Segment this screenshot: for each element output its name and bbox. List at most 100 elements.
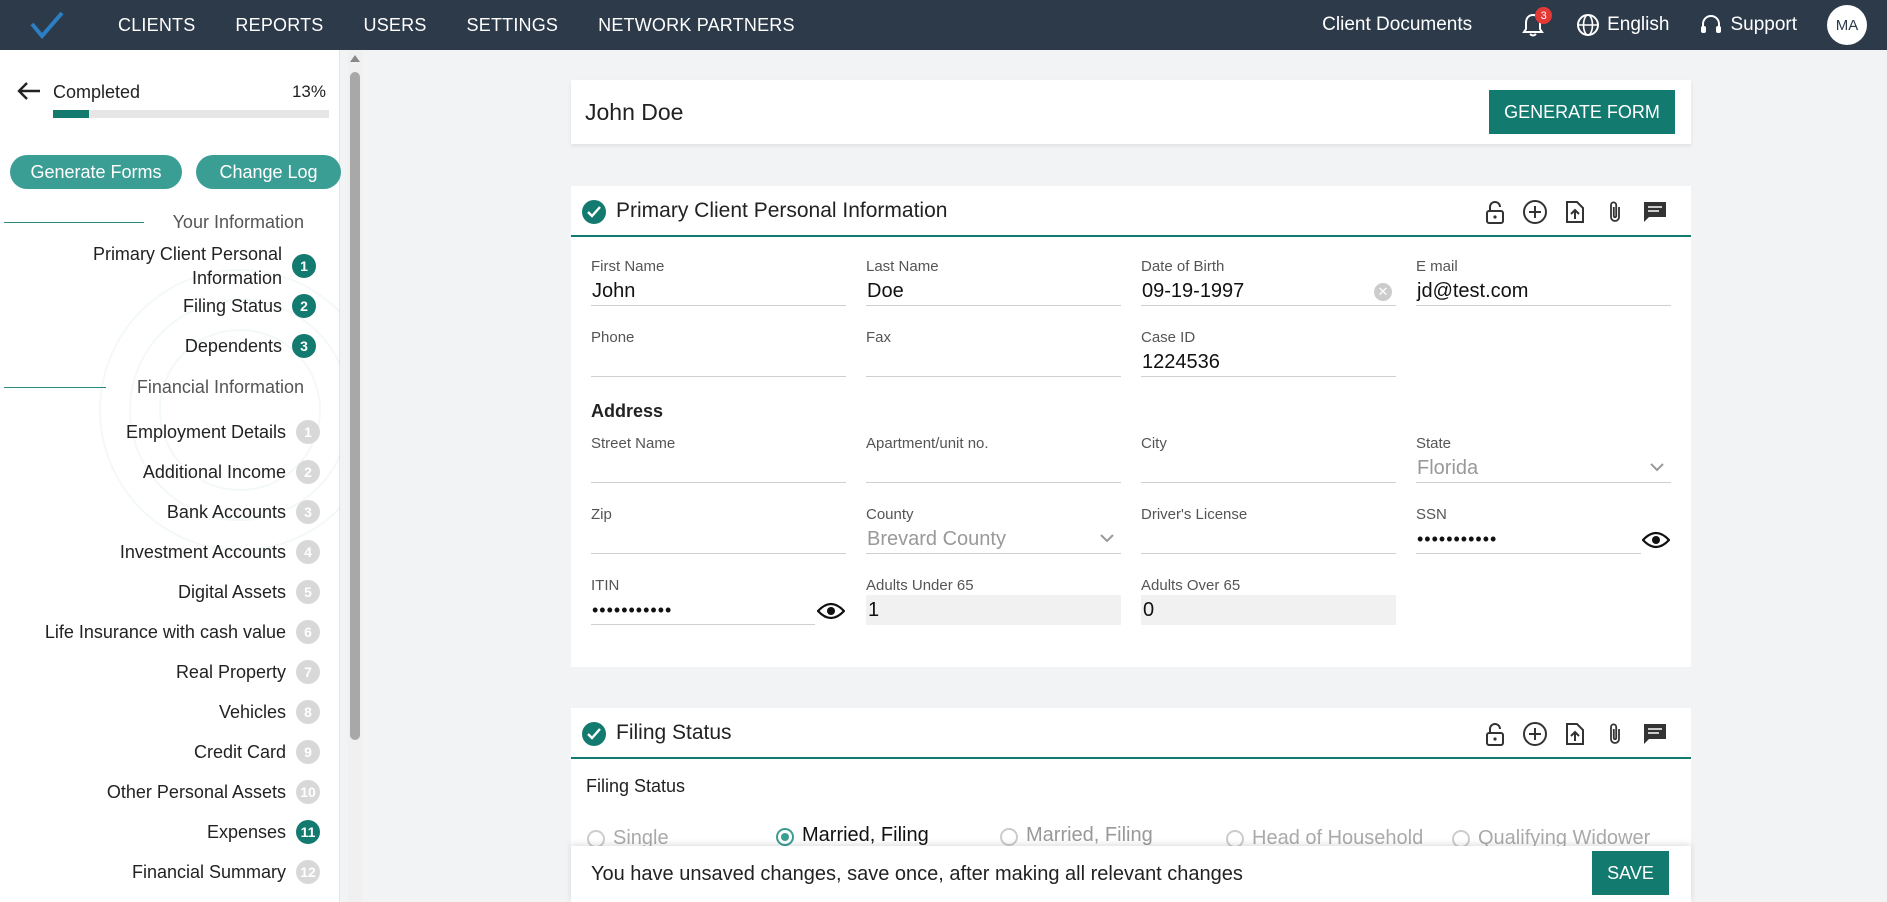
itin-input[interactable]: ••••••••••• [591, 595, 815, 625]
fax-field[interactable]: Fax [866, 329, 1121, 377]
show-itin-eye-icon[interactable] [817, 601, 845, 621]
case-id-field[interactable]: Case ID 1224536 [1141, 329, 1396, 377]
field-label: Fax [866, 329, 892, 346]
sidebar-item-financial[interactable]: Financial Summary 12 [132, 860, 320, 884]
sidebar-item-financial[interactable]: Digital Assets 5 [178, 580, 320, 604]
generate-forms-button[interactable]: Generate Forms [10, 155, 182, 189]
fax-input[interactable] [866, 347, 1121, 377]
sidebar-item-label: Financial Summary [131, 862, 286, 882]
radio-married-filing-jointly[interactable]: Married, Filing [776, 824, 929, 847]
zip-field[interactable]: Zip [591, 506, 846, 554]
radio-button[interactable] [1000, 828, 1018, 846]
radio-button-selected[interactable] [776, 828, 794, 846]
sidebar-item-filing-status[interactable]: Filing Status 2 [183, 294, 316, 318]
attachment-icon[interactable] [1601, 198, 1629, 226]
radio-button[interactable] [1452, 829, 1470, 848]
street-field[interactable]: Street Name [591, 435, 846, 483]
nav-users[interactable]: USERS [364, 15, 427, 36]
unlock-icon[interactable] [1481, 198, 1509, 226]
support-link[interactable]: Support [1699, 13, 1797, 37]
adults-over-65-input[interactable]: 0 [1141, 595, 1396, 625]
sidebar-item-financial[interactable]: Real Property 7 [176, 660, 320, 684]
case-id-input[interactable]: 1224536 [1141, 347, 1396, 377]
nav-settings[interactable]: SETTINGS [467, 15, 559, 36]
comment-icon[interactable] [1641, 720, 1669, 748]
clear-date-icon[interactable]: ✕ [1374, 283, 1392, 301]
sidebar-item-financial[interactable]: Vehicles 8 [219, 700, 320, 724]
field-label: Street Name [591, 435, 676, 452]
zip-input[interactable] [591, 524, 846, 554]
unsaved-changes-bar: You have unsaved changes, save once, aft… [571, 846, 1691, 902]
generate-form-button[interactable]: GENERATE FORM [1489, 90, 1675, 134]
sidebar-item-dependents[interactable]: Dependents 3 [185, 334, 316, 358]
sidebar-item-financial[interactable]: Other Personal Assets 10 [107, 780, 320, 804]
change-log-button[interactable]: Change Log [196, 155, 341, 189]
city-field[interactable]: City [1141, 435, 1396, 483]
radio-married-filing-separately[interactable]: Married, Filing [1000, 824, 1153, 847]
state-field[interactable]: State Florida [1416, 435, 1671, 483]
sidebar-item-financial[interactable]: Bank Accounts 3 [167, 500, 320, 524]
scroll-up-arrow[interactable] [350, 55, 360, 62]
state-select[interactable]: Florida [1416, 453, 1671, 483]
ssn-input[interactable]: ••••••••••• [1416, 524, 1641, 554]
ssn-field[interactable]: SSN ••••••••••• [1416, 506, 1641, 554]
sidebar-item-financial[interactable]: Expenses 11 [207, 820, 320, 844]
attachment-icon[interactable] [1601, 720, 1629, 748]
drivers-license-field[interactable]: Driver's License [1141, 506, 1396, 554]
radio-button[interactable] [1226, 829, 1244, 848]
add-circle-icon[interactable] [1521, 720, 1549, 748]
language-selector[interactable]: English [1576, 13, 1669, 37]
county-field[interactable]: County Brevard County [866, 506, 1121, 554]
sidebar-item-financial[interactable]: Employment Details 1 [126, 420, 320, 444]
radio-button[interactable] [587, 829, 605, 848]
apartment-field[interactable]: Apartment/unit no. [866, 435, 1121, 483]
step-number-badge: 10 [296, 780, 320, 804]
first-name-input[interactable]: John [591, 276, 846, 306]
email-input[interactable]: jd@test.com [1416, 276, 1671, 306]
add-circle-icon[interactable] [1521, 198, 1549, 226]
dob-input[interactable]: 09-19-1997 ✕ [1141, 276, 1396, 306]
nav-clients[interactable]: CLIENTS [118, 15, 195, 36]
scroll-thumb[interactable] [350, 72, 360, 740]
dob-field[interactable]: Date of Birth 09-19-1997 ✕ [1141, 258, 1396, 306]
adults-over-65-field[interactable]: Adults Over 65 0 [1141, 577, 1396, 625]
sidebar-item-financial[interactable]: Investment Accounts 4 [120, 540, 320, 564]
sidebar-item-financial[interactable]: Additional Income 2 [143, 460, 320, 484]
show-ssn-eye-icon[interactable] [1642, 530, 1670, 550]
itin-field[interactable]: ITIN ••••••••••• [591, 577, 815, 625]
nav-network-partners[interactable]: NETWORK PARTNERS [598, 15, 795, 36]
nav-reports[interactable]: REPORTS [235, 15, 323, 36]
adults-under-65-input[interactable]: 1 [866, 595, 1121, 625]
sidebar-item-financial[interactable]: Life Insurance with cash value 6 [45, 620, 320, 644]
last-name-input[interactable]: Doe [866, 276, 1121, 306]
last-name-field[interactable]: Last Name Doe [866, 258, 1121, 306]
adults-under-65-field[interactable]: Adults Under 65 1 [866, 577, 1121, 625]
sidebar-scrollbar[interactable] [348, 50, 362, 902]
top-nav: CLIENTS REPORTS USERS SETTINGS NETWORK P… [0, 0, 1887, 50]
app-logo[interactable] [18, 0, 76, 50]
client-documents-link[interactable]: Client Documents [1322, 14, 1472, 36]
phone-field[interactable]: Phone [591, 329, 846, 377]
upload-file-icon[interactable] [1561, 198, 1589, 226]
unlock-icon[interactable] [1481, 720, 1509, 748]
save-button[interactable]: SAVE [1592, 851, 1669, 895]
notifications-button[interactable]: 3 [1520, 7, 1553, 38]
phone-input[interactable] [591, 347, 846, 377]
dob-value: 09-19-1997 [1142, 280, 1245, 302]
progress-fill [53, 110, 89, 118]
comment-icon[interactable] [1641, 198, 1669, 226]
email-field[interactable]: E mail jd@test.com [1416, 258, 1671, 306]
drivers-license-input[interactable] [1141, 524, 1396, 554]
back-arrow-icon[interactable] [16, 80, 42, 102]
county-select[interactable]: Brevard County [866, 524, 1121, 554]
city-input[interactable] [1141, 453, 1396, 483]
user-avatar[interactable]: MA [1827, 5, 1867, 45]
street-input[interactable] [591, 453, 846, 483]
apartment-input[interactable] [866, 453, 1121, 483]
sidebar-item-primary-client[interactable]: Primary Client Personal Information 1 [93, 242, 316, 290]
sidebar-item-financial[interactable]: Credit Card 9 [194, 740, 320, 764]
upload-file-icon[interactable] [1561, 720, 1589, 748]
sidebar-item-label: Additional Income [142, 462, 286, 482]
sidebar-item-label: Expenses [206, 822, 286, 842]
first-name-field[interactable]: First Name John [591, 258, 846, 306]
